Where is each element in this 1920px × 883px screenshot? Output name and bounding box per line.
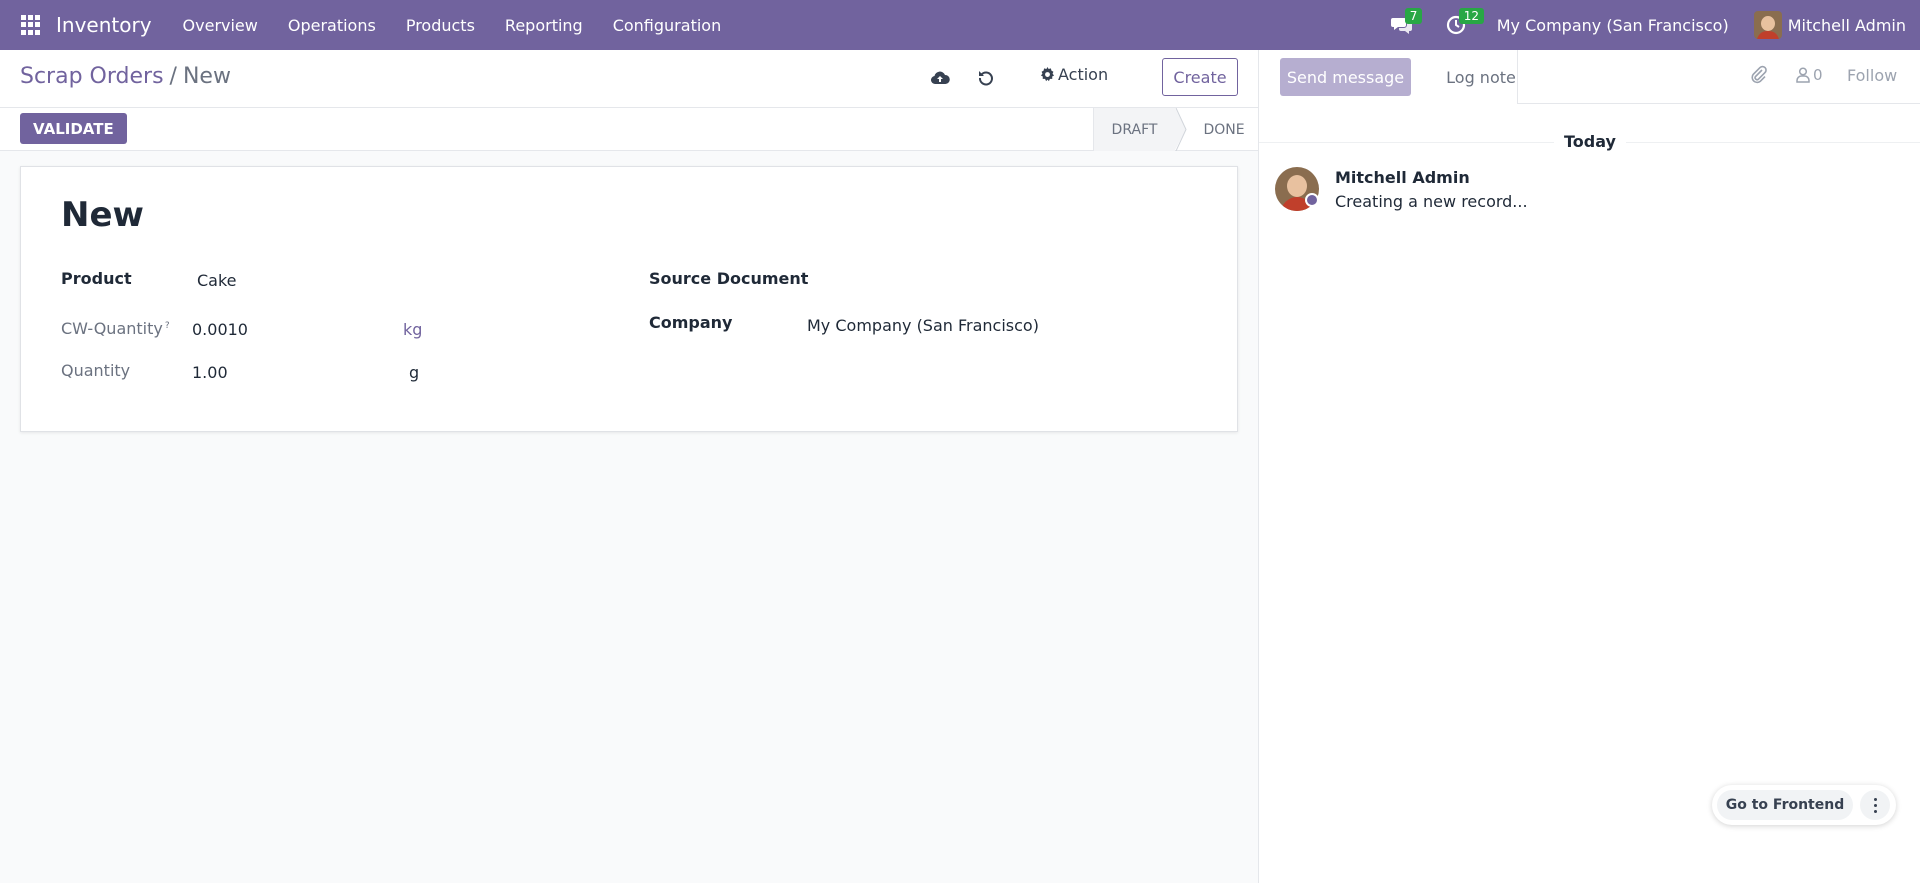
validate-button[interactable]: VALIDATE — [20, 113, 127, 144]
follow-button[interactable]: Follow — [1847, 66, 1897, 85]
log-note-button[interactable]: Log note — [1431, 58, 1531, 96]
app-brand[interactable]: Inventory — [56, 13, 152, 37]
product-field[interactable]: Cake — [197, 271, 237, 290]
breadcrumb-parent-link[interactable]: Scrap Orders — [20, 64, 164, 89]
activities-icon[interactable]: 12 — [1443, 8, 1485, 38]
action-label: Action — [1058, 65, 1109, 84]
user-avatar — [1753, 11, 1782, 39]
breadcrumb: Scrap Orders / New — [20, 64, 231, 89]
stage-draft[interactable]: DRAFT — [1093, 108, 1186, 151]
top-navbar: Inventory Overview Operations Products R… — [0, 0, 1920, 50]
frontend-pill: Go to Frontend — [1712, 785, 1896, 825]
create-button[interactable]: Create — [1162, 58, 1238, 96]
company-field[interactable]: My Company (San Francisco) — [807, 316, 1039, 335]
message-body: Creating a new record... — [1335, 192, 1528, 211]
form-sheet: New Product Cake CW-Quantity? 0.0010 kg … — [20, 166, 1238, 432]
quantity-uom[interactable]: g — [409, 363, 419, 382]
breadcrumb-current: New — [182, 64, 231, 89]
date-separator-label: Today — [1554, 132, 1626, 151]
record-title[interactable]: New — [61, 195, 144, 235]
kebab-menu-icon[interactable] — [1860, 790, 1890, 820]
messages-count-badge: 7 — [1404, 8, 1423, 24]
quantity-label: Quantity — [61, 361, 131, 380]
menu-operations[interactable]: Operations — [288, 16, 376, 35]
menu-reporting[interactable]: Reporting — [505, 16, 583, 35]
menu-configuration[interactable]: Configuration — [613, 16, 722, 35]
user-menu[interactable]: Mitchell Admin — [1753, 11, 1906, 39]
action-menu-button[interactable]: Action — [1040, 65, 1108, 84]
control-panel: Scrap Orders / New Action Create — [0, 50, 1258, 108]
discard-undo-icon[interactable] — [974, 66, 998, 90]
chatter-panel: Send message Log note 0 Follow Today Mit… — [1258, 50, 1920, 883]
chatter-topline — [1517, 103, 1920, 104]
go-to-frontend-button[interactable]: Go to Frontend — [1717, 790, 1853, 820]
date-separator: Today — [1259, 132, 1920, 151]
cw-quantity-help-icon[interactable]: ? — [165, 321, 170, 331]
followers-button[interactable]: 0 — [1796, 66, 1823, 84]
company-switcher[interactable]: My Company (San Francisco) — [1497, 16, 1729, 35]
chatter-divider — [1517, 50, 1518, 104]
menu-overview[interactable]: Overview — [183, 16, 258, 35]
chatter-topbar: Send message Log note 0 Follow — [1259, 50, 1920, 104]
message-author[interactable]: Mitchell Admin — [1335, 168, 1470, 187]
undo-icon — [979, 71, 993, 86]
product-label: Product — [61, 269, 132, 288]
activities-count-badge: 12 — [1458, 8, 1485, 24]
breadcrumb-separator: / — [169, 64, 177, 89]
company-label: Company — [649, 313, 733, 332]
status-bar: VALIDATE DRAFT DONE — [0, 108, 1258, 151]
stage-arrow-divider — [1175, 108, 1187, 151]
send-message-button[interactable]: Send message — [1280, 58, 1411, 96]
cloud-upload-icon — [930, 71, 950, 85]
user-name: Mitchell Admin — [1787, 15, 1906, 35]
online-status-icon — [1305, 193, 1319, 207]
source-document-label: Source Document — [649, 269, 809, 288]
save-cloud-icon[interactable] — [928, 66, 952, 90]
menu-products[interactable]: Products — [406, 16, 475, 35]
apps-grid-icon[interactable] — [21, 15, 41, 35]
quantity-field[interactable]: 1.00 — [192, 363, 228, 382]
user-icon — [1796, 67, 1810, 83]
navbar-systray: 7 12 My Company (San Francisco) Mitchell… — [1389, 0, 1920, 50]
stage-done[interactable]: DONE — [1190, 108, 1258, 151]
paperclip-icon — [1751, 65, 1767, 84]
attachment-button[interactable] — [1749, 65, 1773, 89]
followers-count: 0 — [1813, 66, 1823, 84]
source-document-field[interactable] — [807, 267, 1227, 291]
cw-quantity-uom[interactable]: kg — [403, 320, 422, 339]
cw-quantity-field[interactable]: 0.0010 — [192, 320, 248, 339]
cw-quantity-label: CW-Quantity? — [61, 319, 170, 338]
messages-icon[interactable]: 7 — [1389, 8, 1423, 38]
gear-icon — [1040, 67, 1055, 82]
